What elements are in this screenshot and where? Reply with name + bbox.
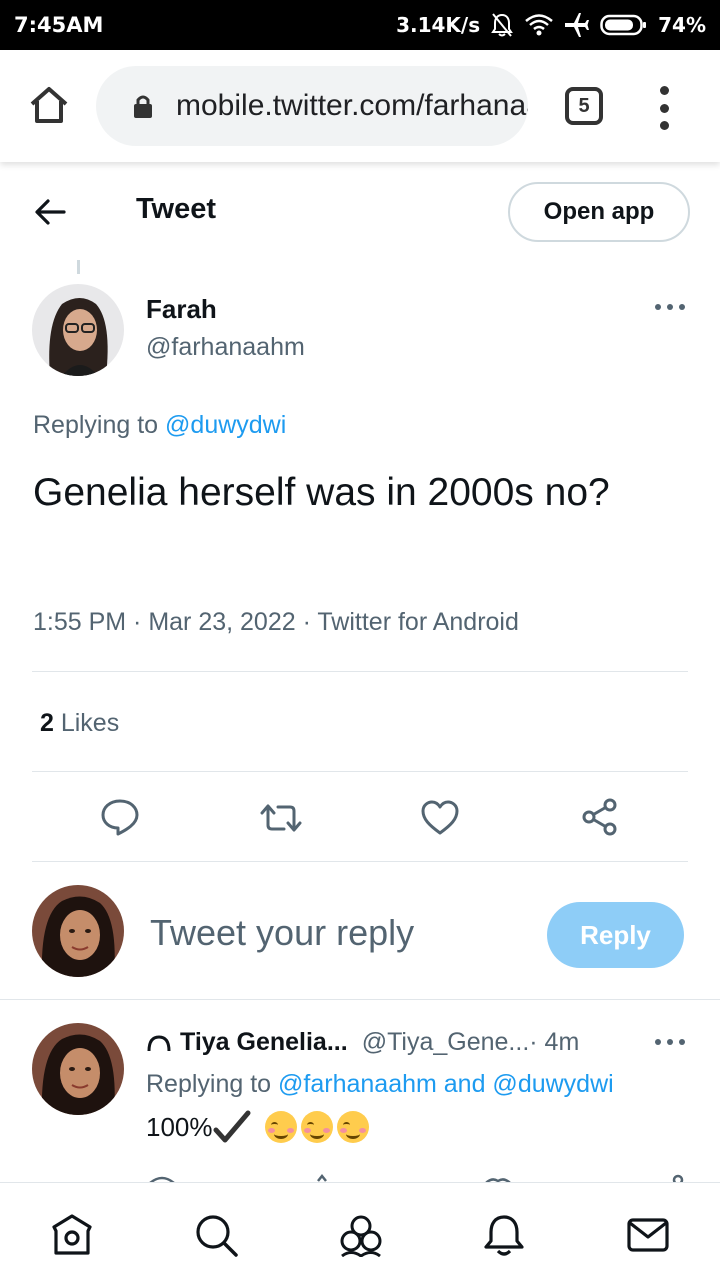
reply-author-handle[interactable]: @Tiya_Gene...	[362, 1028, 530, 1057]
browser-toolbar: mobile.twitter.com/farhanaahm 5	[0, 50, 720, 162]
author-name[interactable]: Farah	[146, 294, 217, 325]
replying-to-line: Replying to @duwydwi	[33, 411, 286, 440]
reply-actions-partial	[146, 1170, 686, 1182]
browser-menu-icon[interactable]	[652, 86, 676, 130]
bottom-navigation	[0, 1182, 720, 1280]
dnd-bell-off-icon	[490, 12, 514, 38]
tweet-text: Genelia herself was in 2000s no?	[33, 471, 610, 514]
tab-switcher-button[interactable]: 5	[565, 87, 603, 125]
messages-icon[interactable]	[626, 1213, 670, 1257]
user-avatar[interactable]	[32, 885, 124, 977]
reply-button[interactable]: Reply	[547, 902, 684, 968]
home-icon[interactable]	[50, 1213, 94, 1257]
network-speed: 3.14K/s	[396, 13, 481, 37]
tab-count: 5	[578, 94, 590, 117]
more-options-icon[interactable]	[655, 304, 685, 312]
likes-number: 2	[40, 709, 54, 737]
like-icon[interactable]	[420, 798, 460, 838]
tweet-meta: 1:55 PM · Mar 23, 2022 · Twitter for And…	[33, 608, 519, 636]
wifi-icon	[524, 13, 554, 37]
reply-input[interactable]: Tweet your reply	[150, 912, 414, 954]
reply-more-options-icon[interactable]	[655, 1039, 685, 1047]
page-title: Tweet	[136, 193, 217, 225]
likes-count[interactable]: 2 Likes	[40, 709, 119, 738]
page-header: Tweet Open app	[0, 162, 720, 258]
thread-connector	[77, 260, 80, 274]
back-arrow-icon[interactable]	[32, 194, 68, 230]
divider	[32, 771, 688, 772]
battery-percent: 74%	[658, 13, 706, 37]
rainbow-emoji-icon	[147, 1034, 171, 1051]
reply-icon[interactable]	[100, 797, 140, 837]
smiling-blush-emoji-icon	[336, 1111, 369, 1143]
communities-icon[interactable]	[338, 1213, 382, 1258]
reply-replying-prefix: Replying to	[146, 1070, 279, 1098]
check-mark-icon	[213, 1110, 250, 1143]
replying-to-link[interactable]: @duwydwi	[165, 411, 286, 439]
reply-header: Tiya Genelia... @Tiya_Gene... · 4m	[146, 1028, 579, 1057]
author-avatar[interactable]	[32, 284, 124, 376]
browser-home-icon[interactable]	[28, 84, 70, 126]
reply-replying-to-line: Replying to @farhanaahm and @duwydwi	[146, 1070, 614, 1099]
reply-author-avatar[interactable]	[32, 1023, 124, 1115]
lock-icon	[134, 95, 152, 118]
retweet-icon[interactable]	[260, 798, 302, 838]
reply-text-row: 100%	[146, 1110, 369, 1144]
reply-text: 100%	[146, 1111, 213, 1142]
divider	[0, 999, 720, 1000]
divider	[32, 861, 688, 862]
airplane-icon	[564, 12, 590, 38]
likes-label: Likes	[53, 709, 120, 737]
reply-time[interactable]: · 4m	[529, 1028, 579, 1057]
smiling-blush-emoji-icon	[300, 1111, 333, 1143]
reply-author-name[interactable]: Tiya Genelia...	[180, 1028, 348, 1057]
replying-prefix: Replying to	[33, 411, 166, 439]
share-icon[interactable]	[580, 797, 620, 837]
open-app-button[interactable]: Open app	[508, 182, 690, 242]
status-time: 7:45AM	[14, 13, 104, 37]
url-text: mobile.twitter.com/farhanaahm	[176, 89, 528, 122]
search-icon[interactable]	[194, 1213, 238, 1257]
smiling-blush-emoji-icon	[264, 1111, 297, 1143]
author-handle[interactable]: @farhanaahm	[146, 333, 305, 362]
battery-icon	[600, 14, 648, 36]
reply-replying-to-links[interactable]: @farhanaahm and @duwydwi	[278, 1070, 614, 1098]
divider	[32, 671, 688, 672]
address-bar[interactable]: mobile.twitter.com/farhanaahm	[96, 66, 528, 146]
status-right: 3.14K/s 74%	[396, 12, 706, 38]
notifications-icon[interactable]	[482, 1213, 526, 1257]
status-bar: 7:45AM 3.14K/s 74%	[0, 0, 720, 50]
